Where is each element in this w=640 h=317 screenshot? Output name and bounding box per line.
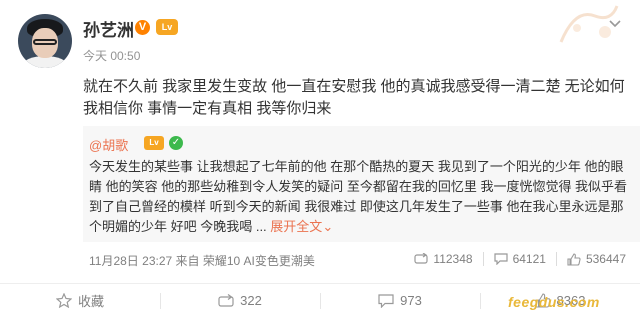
retweet-comment-stat[interactable]: 64121 [482,252,556,266]
weibo-post: 孙艺洲 V Lv 今天 00:50 就在不久前 我家里发生变故 他一直在安慰我 … [0,0,640,317]
comment-button[interactable]: 973 [320,284,480,317]
retweet-share-stat[interactable]: 112348 [404,252,482,266]
favorite-button[interactable]: 收藏 [0,284,160,317]
expand-chevron-icon: ⌄ [322,219,334,234]
author-name[interactable]: 孙艺洲 [83,16,134,41]
repost-icon [414,253,429,264]
retweet-level-badge: Lv [144,136,164,150]
verified-v-badge: V [135,20,150,35]
retweet-text: 今天发生的某些事 让我想起了七年前的他 在那个酷热的夏天 我见到了一个阳光的少年… [89,157,629,237]
retweet-body: 今天发生的某些事 让我想起了七年前的他 在那个酷热的夏天 我见到了一个阳光的少年… [89,159,628,234]
post-text: 就在不久前 我家里发生变故 他一直在安慰我 他的真诚我感受得一清二楚 无论如何 … [83,78,625,117]
retweet-author[interactable]: @胡歌 [89,135,128,154]
like-icon [567,252,581,266]
repost-button[interactable]: 322 [160,284,320,317]
retweet-like-stat[interactable]: 536447 [555,252,636,266]
watermark: feegdus.com [508,294,600,310]
favorite-icon [55,293,72,308]
level-badge: Lv [156,19,178,35]
retweet-check-badge: ✓ [169,136,183,150]
comment-icon [493,253,508,265]
retweet-meta: 11月28日 23:27 来自 荣耀10 AI变色更潮美 [89,254,315,268]
comment-icon [378,293,394,308]
avatar[interactable] [18,14,72,68]
retweet-stats: 112348 64121 536447 [404,252,636,266]
post-timestamp[interactable]: 今天 00:50 [83,47,140,64]
retweeted-post[interactable]: @胡歌 Lv ✓ 今天发生的某些事 让我想起了七年前的他 在那个酷热的夏天 我见… [83,126,640,268]
expand-full-text-link[interactable]: 展开全文⌄ [270,219,333,234]
repost-icon [218,293,234,307]
chevron-down-icon[interactable] [609,16,621,28]
